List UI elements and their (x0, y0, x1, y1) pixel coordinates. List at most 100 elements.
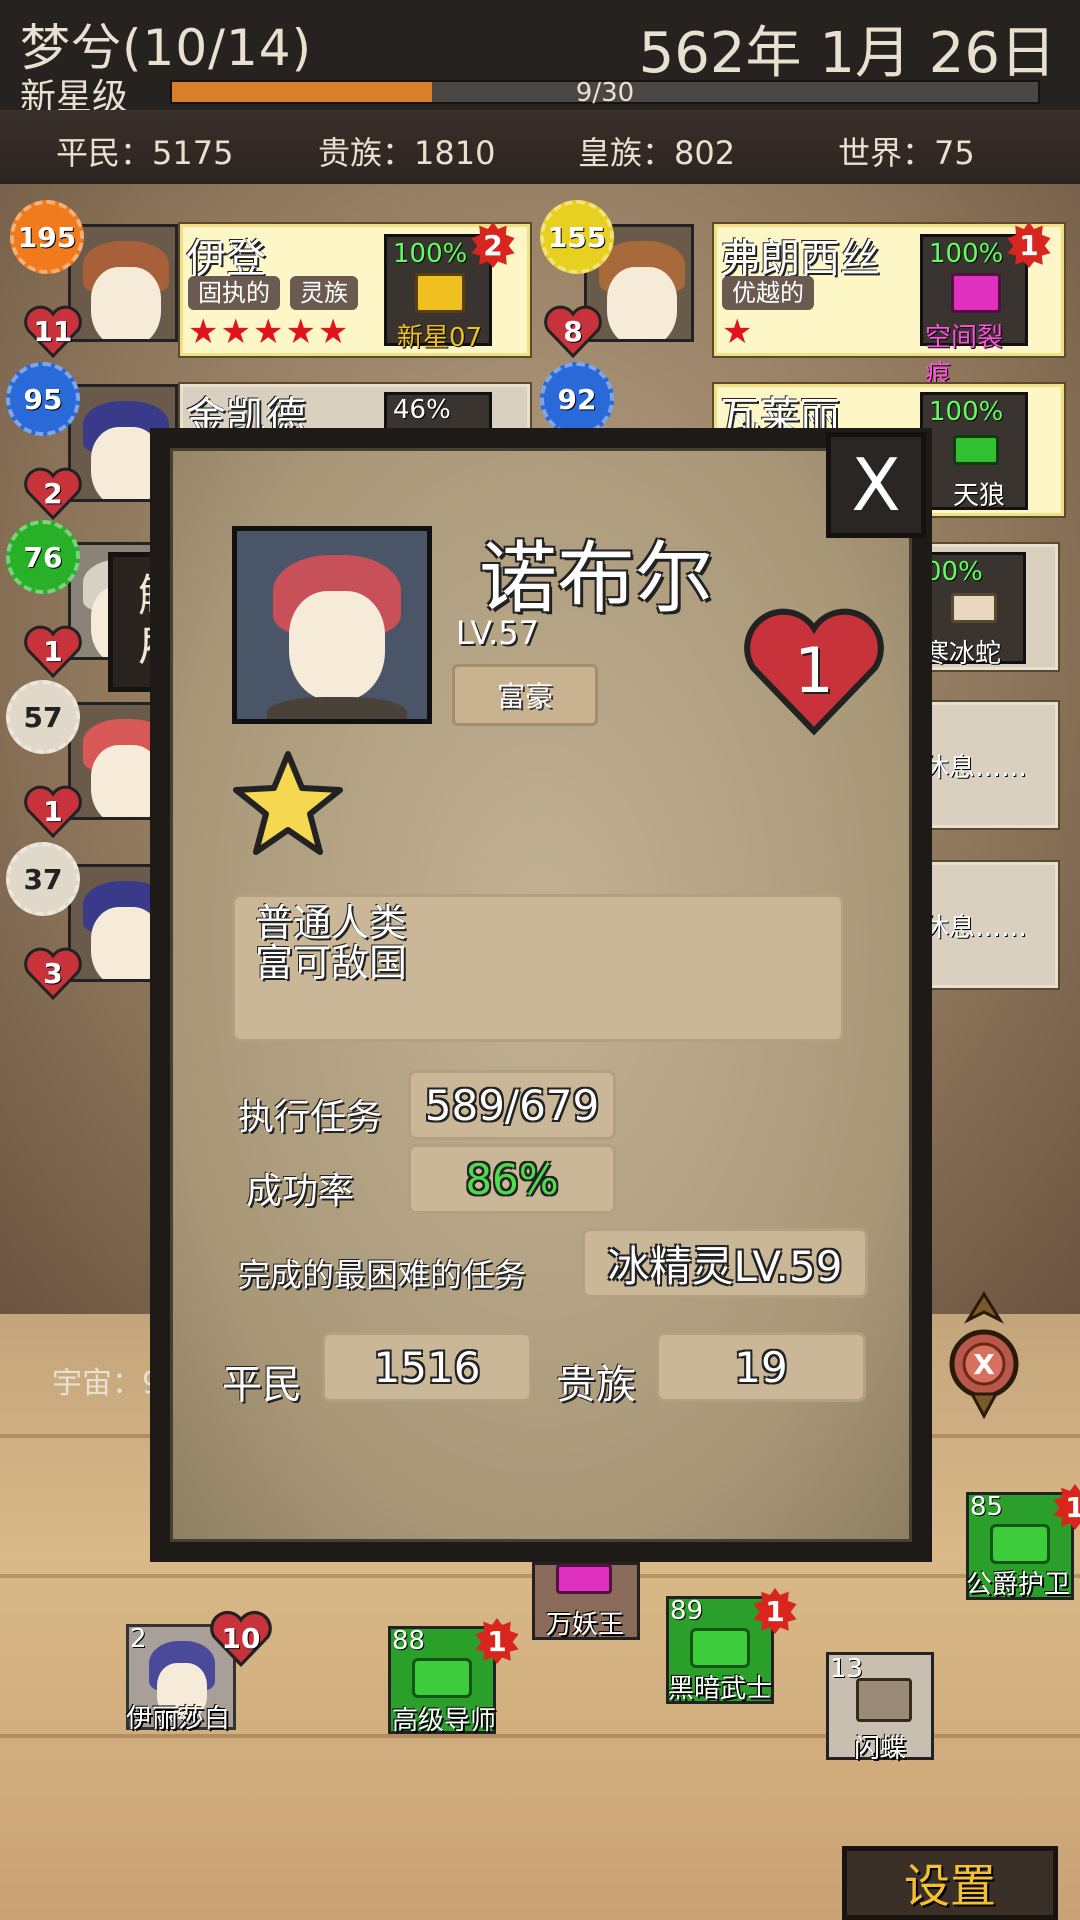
hero-heart-icon: 1 (24, 784, 82, 838)
mission-name: 天狼 (953, 481, 1006, 511)
hero-detail-heart-icon: 1 (742, 604, 886, 736)
unit-name: 伊丽莎白 (126, 1704, 231, 1734)
hero-description-line: 富可敌国 (255, 941, 408, 985)
hero-heart-icon: 2 (24, 466, 82, 520)
missions-value: 589/679 (408, 1070, 616, 1140)
unit-duke-guard[interactable]: 85 1 公爵护卫 (966, 1484, 1080, 1600)
hero-trait: 优越的 (722, 276, 814, 310)
stat-noble: 贵族：1810 (318, 134, 496, 172)
unit-name: 黑暗武士 (668, 1674, 773, 1704)
stat-world: 世界：75 (838, 134, 975, 172)
stat-commoner: 平民：5175 (56, 134, 234, 172)
hero-heart-icon: 3 (24, 946, 82, 1000)
hardest-mission-value: 冰精灵LV.59 (582, 1228, 868, 1298)
unit-elizabeth[interactable]: 2 10 伊丽莎白 (126, 1610, 276, 1734)
scroll-icon (556, 1564, 612, 1594)
hero-hearts-count: 1 (43, 634, 63, 668)
mission-progress: 100% (393, 239, 468, 269)
success-rate-label: 成功率 (246, 1171, 355, 1212)
svg-text:X: X (973, 1348, 995, 1381)
hero-hearts-count: 11 (33, 314, 73, 348)
hero-detail-trait: 富豪 (452, 664, 598, 726)
mission-name: 新星07 (397, 323, 483, 353)
hero-detail-portrait (232, 526, 432, 724)
hero-detail-name: 诺布尔 (478, 534, 713, 624)
hero-hearts-count: 1 (43, 794, 63, 828)
hero-level-badge: 76 (6, 520, 80, 594)
hero-description-line: 普通人类 (255, 901, 408, 945)
rest-status: 休息…… (923, 913, 1028, 943)
unit-level: 13 (830, 1654, 864, 1684)
close-button[interactable]: X (826, 432, 926, 538)
settings-button[interactable]: 设置 (842, 1846, 1058, 1920)
hero-detail-level: LV.57 (456, 614, 539, 652)
guild-emblem-icon[interactable]: X (944, 1290, 1024, 1420)
unit-morpho[interactable]: 13 闪蝶 (826, 1652, 938, 1764)
unit-level: 89 (670, 1596, 704, 1626)
population-stats-bar: 平民：5175 贵族：1810 皇族：802 世界：75 (0, 110, 1080, 184)
cash-icon (690, 1628, 750, 1668)
mission-progress: 100% (929, 239, 1004, 269)
scroll-icon (951, 593, 997, 623)
missions-label: 执行任务 (238, 1097, 383, 1138)
game-date: 562年 1月 26日 (638, 21, 1056, 86)
scroll-icon (415, 273, 465, 313)
hero-stars: ★ (722, 312, 755, 352)
hero-rarity-star-icon (230, 748, 346, 860)
hero-card-0[interactable]: 195 11 伊登 固执的 灵族 ★★★★★ 100% 新星07 2 (10, 200, 530, 360)
rest-status: 休息…… (923, 753, 1028, 783)
xp-progress-bar: 9/30 (170, 78, 1040, 108)
hero-level-badge: 155 (540, 200, 614, 274)
stat-royal: 皇族：802 (578, 134, 736, 172)
hero-card-1[interactable]: 155 8 弗朗西丝 优越的 ★ 100% 空间裂痕 1 (540, 200, 1064, 390)
unit-dark-warrior[interactable]: 89 1 黑暗武士 (666, 1588, 816, 1704)
mission-progress: 46% (393, 395, 451, 425)
commoner-label: 平民 (222, 1362, 302, 1408)
scroll-icon (951, 273, 1001, 313)
mission-name: 寒冰蛇 (923, 639, 1002, 669)
unit-name: 闪蝶 (854, 1734, 907, 1764)
unit-level: 2 (130, 1624, 147, 1654)
hero-hearts-count: 2 (43, 476, 63, 510)
hero-mission-slot[interactable]: 100% 天狼 (920, 392, 1028, 511)
unit-heart-icon: 10 (210, 1608, 272, 1668)
noble-value: 19 (656, 1332, 866, 1402)
unit-level: 85 (970, 1492, 1004, 1522)
unit-name: 高级导师 (392, 1706, 497, 1736)
xp-progress-text: 9/30 (575, 78, 635, 108)
unit-senior-mentor[interactable]: 88 1 高级导师 (388, 1618, 538, 1736)
scroll-icon (856, 1678, 912, 1722)
hero-mission-slot[interactable]: 00% 寒冰蛇 (918, 552, 1026, 669)
cash-icon (412, 1658, 472, 1698)
top-bar: 梦兮(10/14) 562年 1月 26日 新星级 9/30 (0, 0, 1080, 118)
hero-heart-icon: 11 (24, 304, 82, 358)
hero-heart-icon: 1 (24, 624, 82, 678)
hero-level-badge: 57 (6, 680, 80, 754)
hero-level-badge: 195 (10, 200, 84, 274)
hero-portrait (68, 224, 178, 342)
hardest-mission-label: 完成的最困难的任务 (238, 1256, 527, 1294)
scroll-icon (953, 435, 999, 465)
unit-demon-king[interactable]: 万妖王 (532, 1562, 642, 1642)
hero-level-badge: 95 (6, 362, 80, 436)
noble-label: 贵族 (556, 1362, 636, 1408)
stat-cosmos: 宇宙：9 (52, 1366, 162, 1401)
unit-name: 万妖王 (546, 1610, 625, 1640)
hero-level-badge: 92 (540, 362, 614, 436)
unit-level: 88 (392, 1626, 426, 1656)
hero-trait: 灵族 (290, 276, 358, 310)
commoner-value: 1516 (322, 1332, 532, 1402)
cash-icon (990, 1524, 1050, 1564)
hero-description-box: 普通人类 富可敌国 (232, 894, 844, 1042)
hero-hearts-count: 8 (563, 314, 583, 348)
hero-heart-icon: 8 (544, 304, 602, 358)
mission-progress: 00% (925, 557, 983, 587)
hero-hearts-count: 3 (43, 956, 63, 990)
hero-level-badge: 37 (6, 842, 80, 916)
hero-detail-hearts-count: 1 (794, 633, 834, 707)
hero-stars: ★★★★★ (188, 312, 351, 352)
mission-progress: 100% (929, 397, 1004, 427)
unit-name: 公爵护卫 (966, 1570, 1071, 1600)
hero-trait: 固执的 (188, 276, 280, 310)
success-rate-value: 86% (408, 1144, 616, 1214)
